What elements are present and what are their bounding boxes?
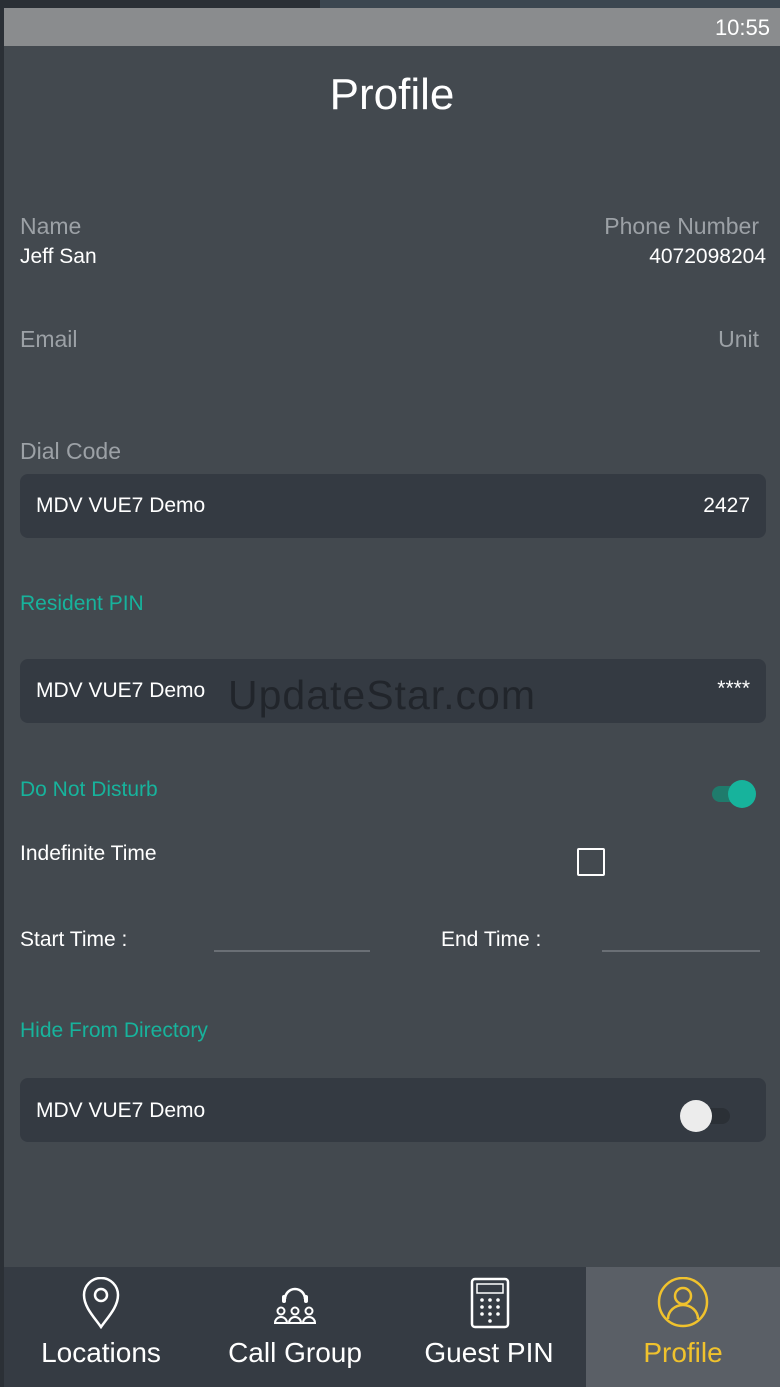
start-time-label: Start Time : (20, 928, 128, 951)
nav-label-profile: Profile (643, 1337, 723, 1368)
page-title: Profile (329, 70, 455, 119)
indefinite-time-label: Indefinite Time (20, 842, 157, 865)
resident-pin-site: MDV VUE7 Demo (36, 679, 206, 702)
top-strip (0, 0, 780, 8)
location-pin-icon (4, 1276, 198, 1330)
hide-directory-toggle-knob (680, 1100, 712, 1132)
email-label: Email (20, 326, 78, 352)
left-edge (0, 8, 4, 1387)
end-time-field[interactable] (602, 950, 760, 952)
end-time-label: End Time : (441, 928, 542, 951)
hide-directory-card: MDV VUE7 Demo (20, 1078, 766, 1142)
status-time: 10:55 (714, 15, 770, 40)
user-icon (586, 1276, 780, 1329)
nav-label-guest-pin: Guest PIN (424, 1337, 554, 1368)
name-label: Name (20, 213, 82, 239)
call-group-icon (198, 1277, 392, 1329)
top-strip-bar (320, 0, 780, 8)
hide-directory-label: Hide From Directory (20, 1019, 208, 1042)
nav-item-profile[interactable]: Profile (586, 1267, 780, 1387)
status-bar: 10:55 (4, 8, 780, 46)
start-time-field[interactable] (214, 950, 370, 952)
watermark: UpdateStar.com (228, 672, 536, 718)
hide-directory-site: MDV VUE7 Demo (36, 1099, 206, 1122)
nav-item-locations[interactable]: Locations (4, 1267, 198, 1387)
bottom-nav: Locations Call Group Guest PIN Profile (4, 1267, 780, 1387)
resident-pin-value: **** (717, 677, 750, 700)
nav-item-guest-pin[interactable]: Guest PIN (392, 1267, 586, 1387)
nav-item-call-group[interactable]: Call Group (198, 1267, 392, 1387)
dial-code-site: MDV VUE7 Demo (36, 494, 206, 517)
dial-code-value: 2427 (703, 494, 750, 517)
dnd-label: Do Not Disturb (20, 778, 158, 801)
nav-label-call-group: Call Group (228, 1337, 362, 1368)
phone-value: 4072098204 (649, 245, 766, 268)
dial-code-card[interactable]: MDV VUE7 Demo 2427 (20, 474, 766, 538)
hide-directory-toggle[interactable] (680, 1100, 732, 1132)
indefinite-time-checkbox[interactable] (577, 848, 605, 876)
dial-code-label: Dial Code (20, 438, 121, 464)
unit-label: Unit (718, 326, 759, 352)
dnd-toggle-knob (728, 780, 756, 808)
resident-pin-label: Resident PIN (20, 592, 144, 615)
keypad-icon (392, 1277, 586, 1329)
dnd-toggle[interactable] (712, 780, 760, 808)
nav-label-locations: Locations (41, 1337, 161, 1368)
name-value: Jeff San (20, 245, 97, 268)
phone-label: Phone Number (604, 213, 759, 239)
